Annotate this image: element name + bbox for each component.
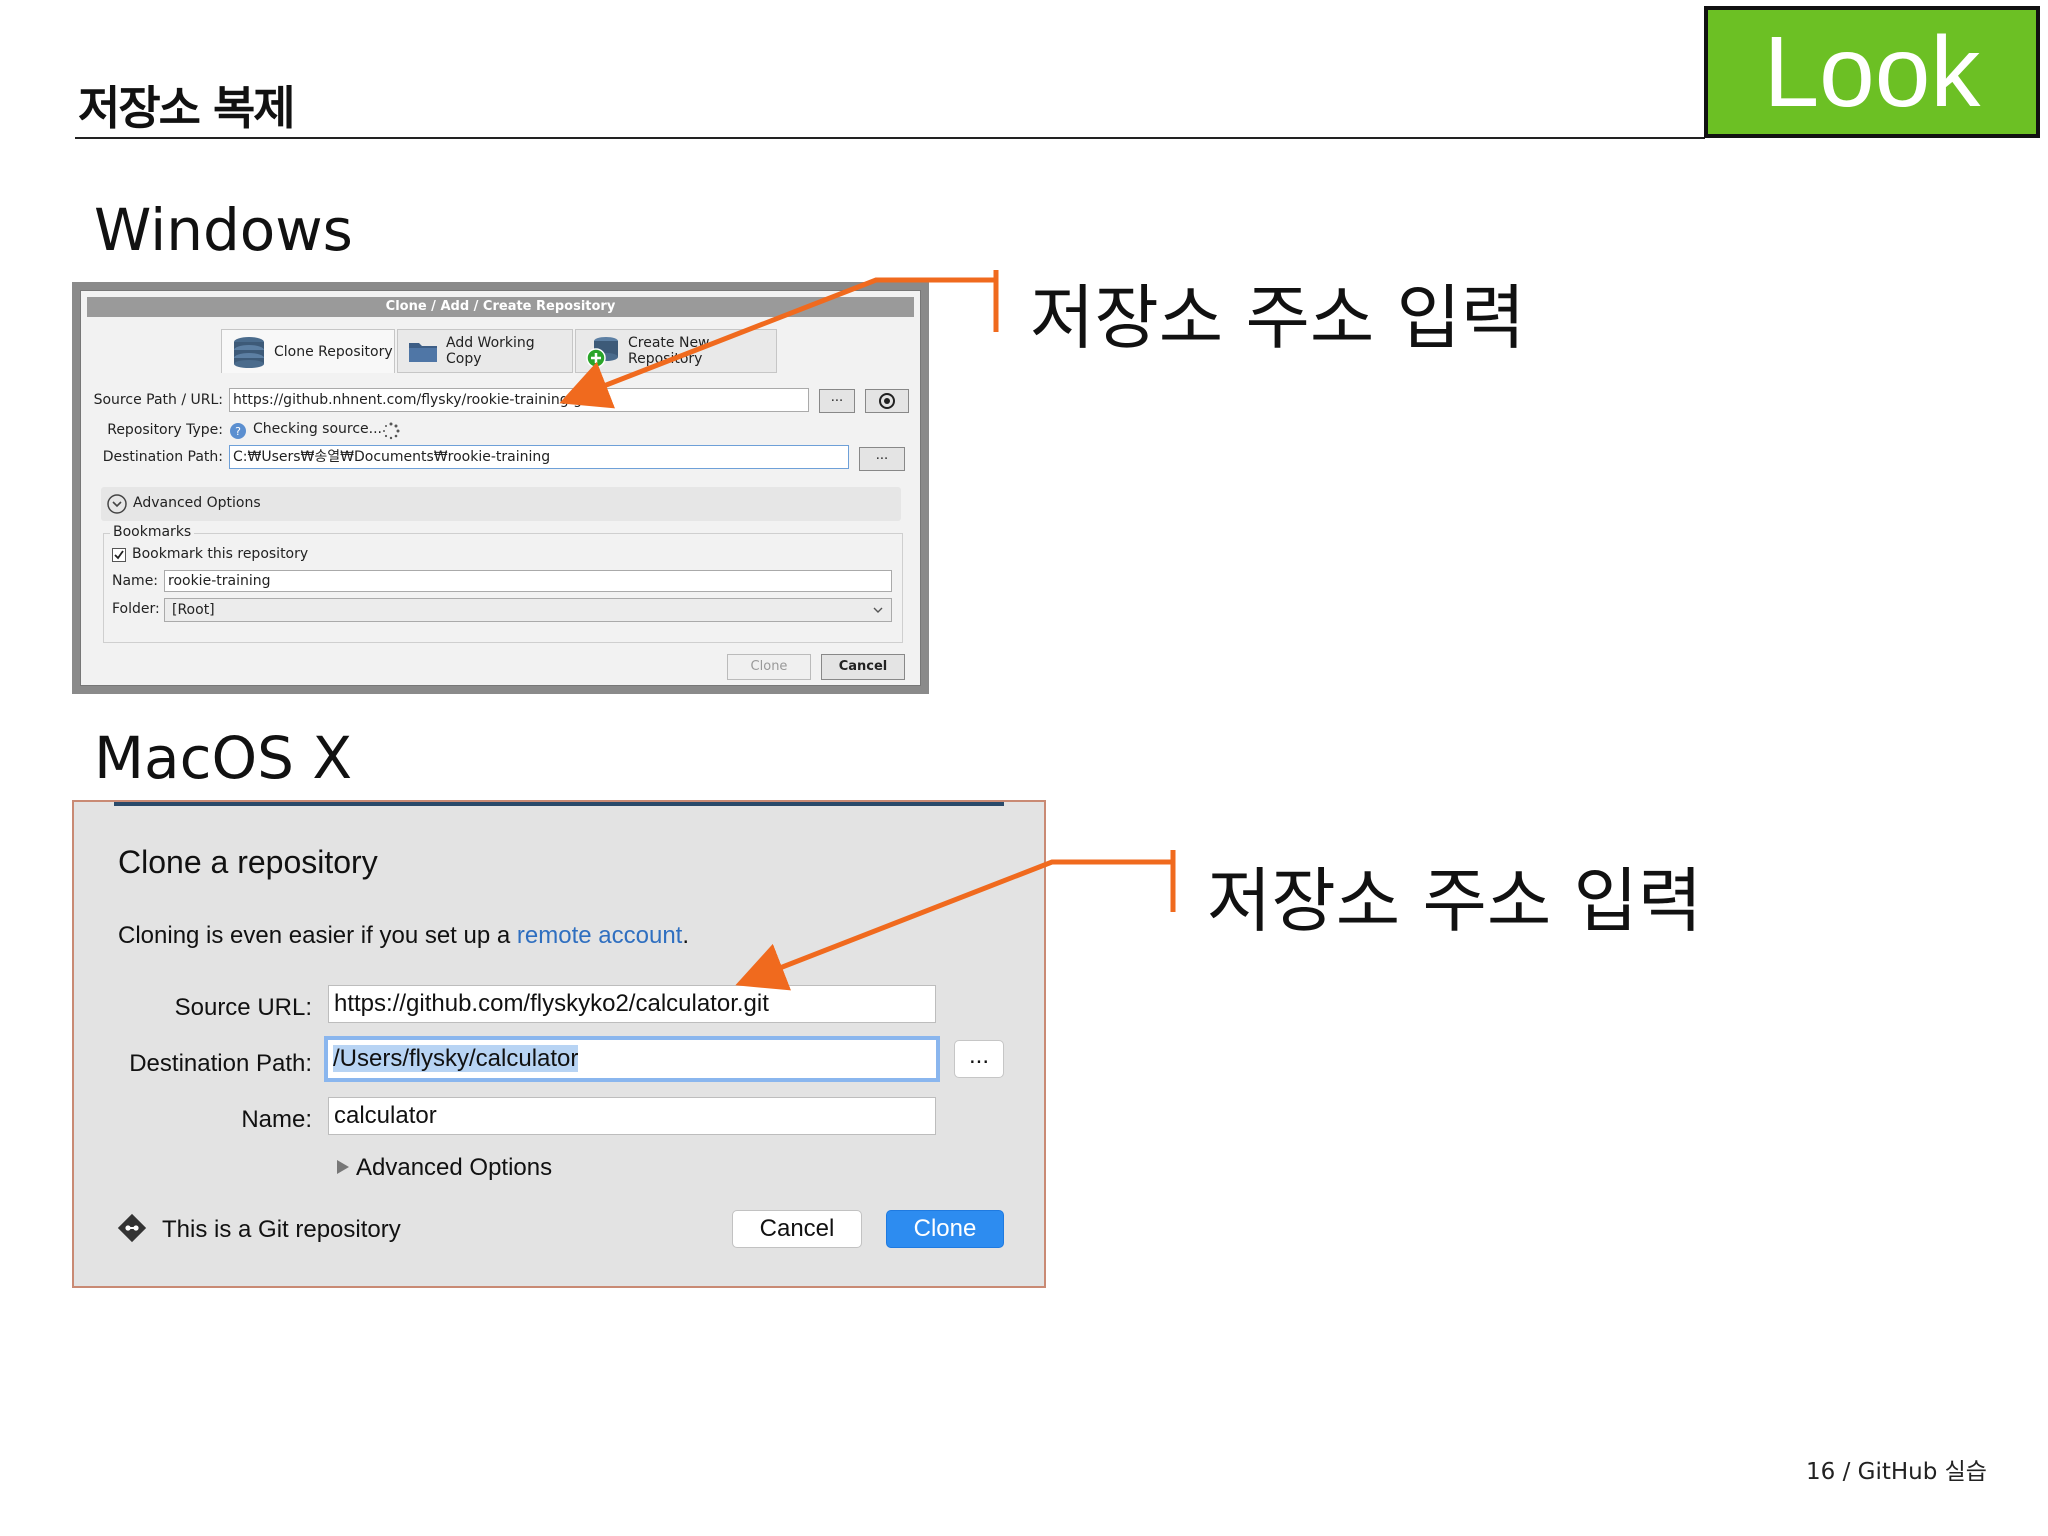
page-footer: 16 / GitHub 실습 bbox=[1806, 1459, 1987, 1485]
windows-callout-arrow bbox=[578, 270, 999, 396]
callout-arrows bbox=[0, 270, 1176, 1536]
mac-callout-arrow bbox=[754, 850, 1176, 978]
